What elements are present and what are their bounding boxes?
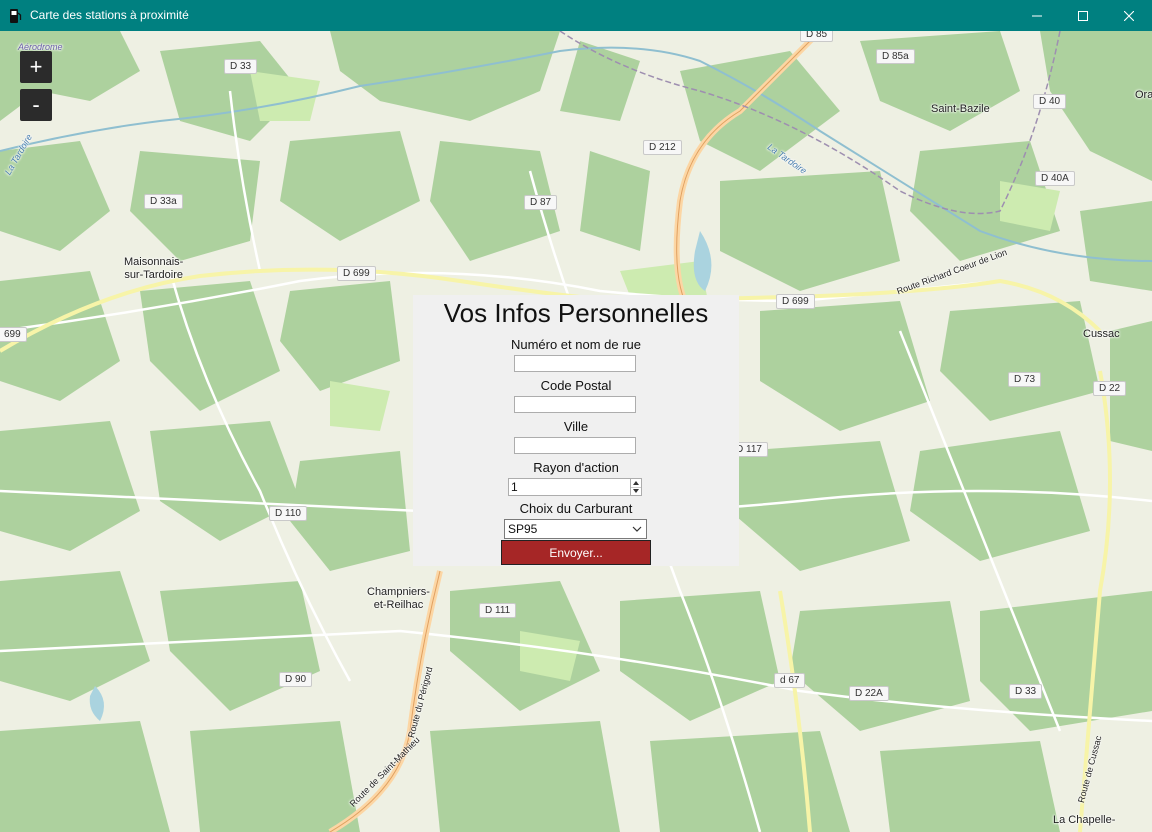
zoom-in-button[interactable]: + [20,51,52,83]
road-label-d212: D 212 [643,140,682,155]
place-label-champniers: Champniers- et-Reilhac [367,586,430,611]
road-label-d40: D 40 [1033,94,1067,109]
road-label-d110: D 110 [269,506,307,521]
window-title: Carte des stations à proximité [30,8,189,22]
street-input[interactable] [514,355,636,372]
fuel-pump-icon [10,9,22,23]
zoom-out-button[interactable]: - [20,89,52,121]
radius-spinbox[interactable]: 1 [508,478,642,496]
panel-title: Vos Infos Personnelles [443,298,709,328]
city-input[interactable] [514,437,636,454]
minimize-icon [1032,15,1042,16]
road-label-d85a: D 85a [876,49,915,64]
postal-code-label: Code Postal [540,378,612,393]
place-label-saint-bazile: Saint-Bazile [931,103,990,115]
maximize-button[interactable] [1060,0,1106,31]
radius-value: 1 [511,480,518,494]
title-bar: Carte des stations à proximité [0,0,1152,31]
road-label-d33: D 33 [224,59,258,74]
road-label-d40a: D 40A [1035,171,1075,186]
road-label-d67: d 67 [774,673,806,688]
road-label-d73: D 73 [1008,372,1042,387]
city-label: Ville [563,419,589,434]
road-label-d33a: D 33a [144,194,183,209]
caret-up-icon [633,481,639,485]
road-label-d699-east: D 699 [776,294,815,309]
place-label-ora: Ora [1135,89,1152,101]
place-label-cussac: Cussac [1083,328,1120,340]
postal-code-input[interactable] [514,396,636,413]
chevron-down-icon [632,526,642,532]
road-label-d22a: D 22A [849,686,889,701]
place-label-maisonnais: Maisonnais- sur-Tardoire [124,256,184,281]
spin-arrows [630,479,641,495]
personal-info-panel: Vos Infos Personnelles Numéro et nom de … [413,295,739,566]
caret-down-icon [633,489,639,493]
close-icon [1124,10,1134,21]
fuel-select-value: SP95 [508,522,538,536]
road-label-d22: D 22 [1093,381,1127,396]
spin-down-button[interactable] [631,487,641,495]
road-label-d90: D 90 [279,672,313,687]
road-label-699: 699 [0,327,27,342]
submit-button[interactable]: Envoyer... [501,540,651,565]
maximize-icon [1078,10,1088,21]
fuel-select[interactable]: SP95 [504,519,647,539]
road-label-d699-west: D 699 [337,266,376,281]
fuel-label: Choix du Carburant [519,501,633,516]
road-label-d33-south: D 33 [1009,684,1043,699]
street-label: Numéro et nom de rue [510,337,642,352]
close-button[interactable] [1106,0,1152,31]
minimize-button[interactable] [1014,0,1060,31]
place-label-la-chapelle: La Chapelle- [1053,814,1116,826]
radius-label: Rayon d'action [533,460,619,475]
road-label-d87: D 87 [524,195,558,210]
road-label-d85: D 85 [800,31,834,42]
road-label-d111: D 111 [479,603,517,618]
